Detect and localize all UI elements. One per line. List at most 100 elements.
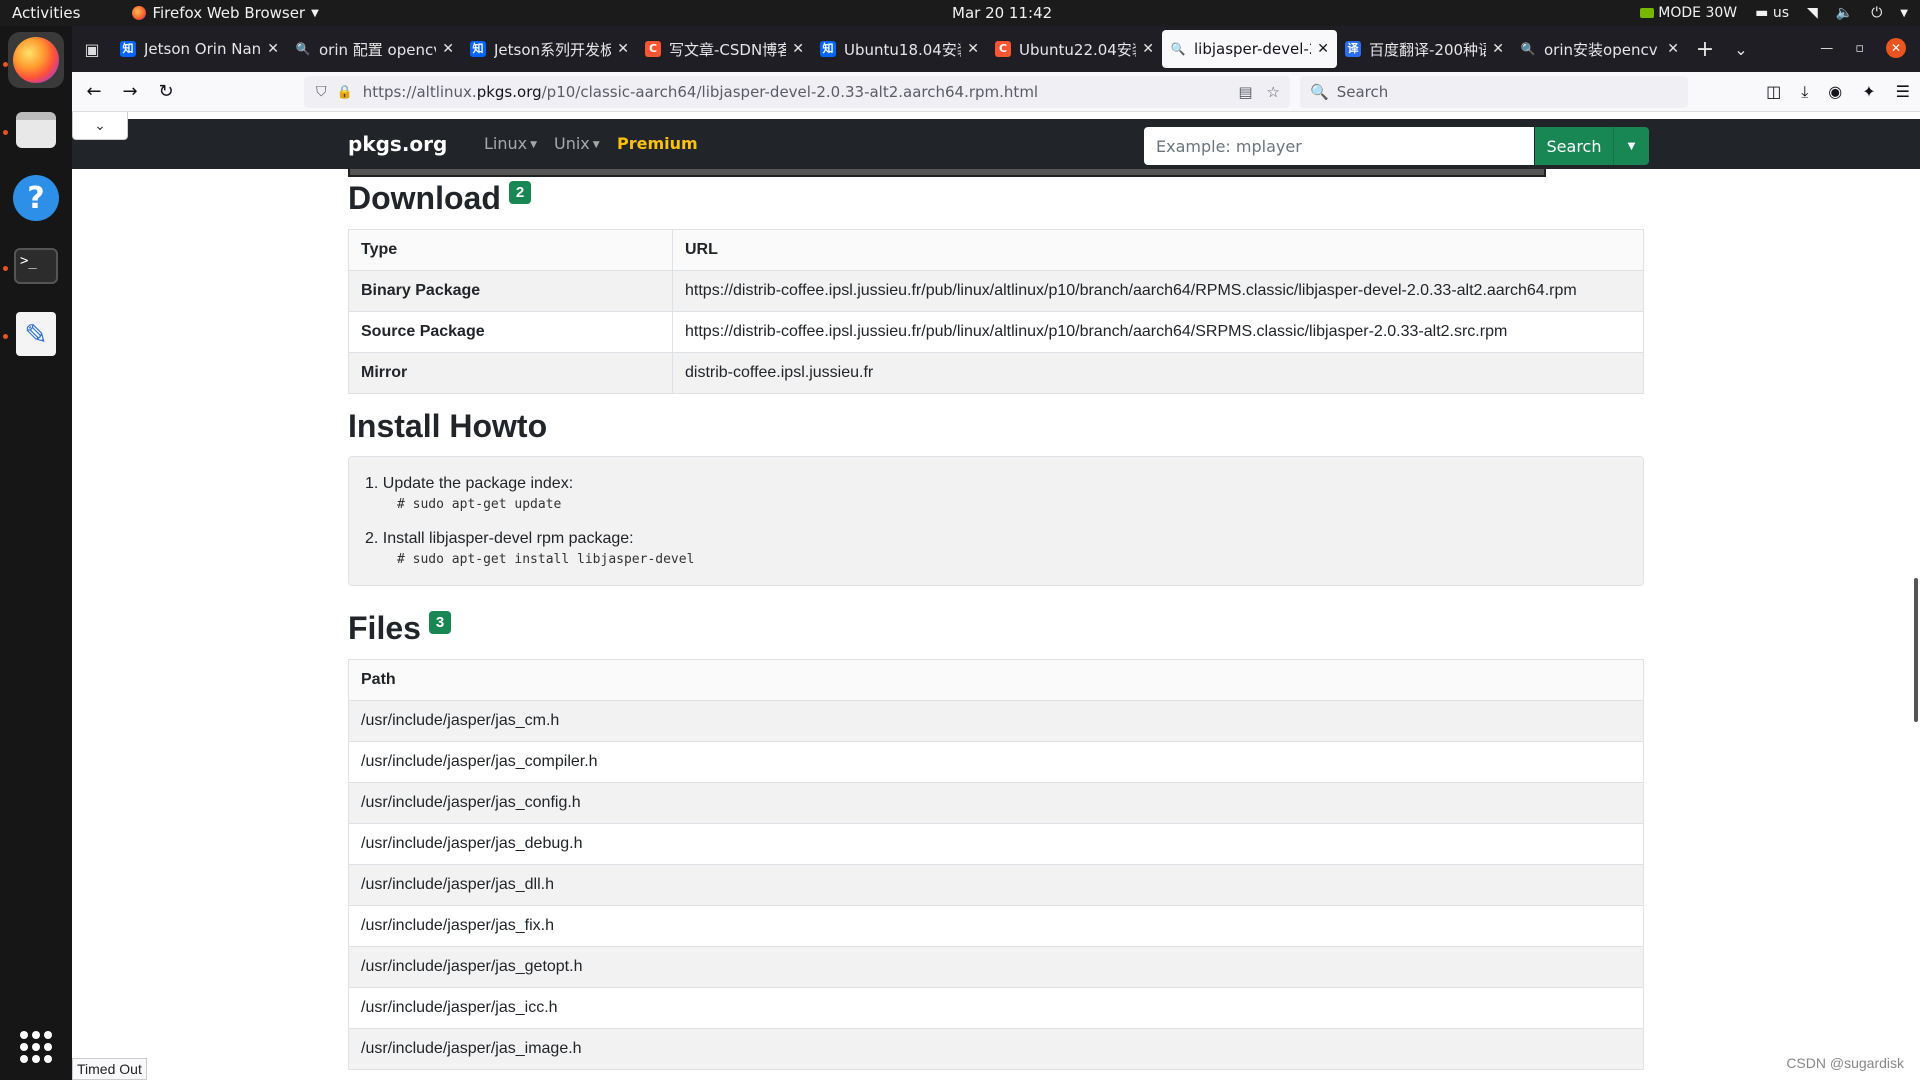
maximize-button[interactable]: ▫ xyxy=(1855,41,1864,56)
keyboard-indicator[interactable]: ▬ us xyxy=(1755,5,1789,21)
table-header-row: Path xyxy=(348,659,1644,701)
close-tab-icon[interactable]: ✕ xyxy=(967,41,979,57)
app-menu[interactable]: Firefox Web Browser ▼ xyxy=(132,4,319,22)
close-tab-icon[interactable]: ✕ xyxy=(442,41,454,57)
close-tab-icon[interactable]: ✕ xyxy=(1667,41,1679,57)
close-tab-icon[interactable]: ✕ xyxy=(617,41,629,57)
search-bar[interactable]: 🔍 Search xyxy=(1300,76,1688,108)
row-url-link[interactable]: https://distrib-coffee.ipsl.jussieu.fr/p… xyxy=(672,270,1644,312)
search-engine-icon[interactable]: 🔍 xyxy=(1310,83,1329,101)
browser-tab[interactable]: 知 Jetson系列开发板 ✕ xyxy=(462,30,637,68)
site-brand[interactable]: pkgs.org xyxy=(348,132,447,156)
install-command: # sudo apt-get install libjasper-devel xyxy=(397,552,695,567)
system-menu-caret-icon[interactable]: ▼ xyxy=(1900,8,1908,19)
reload-icon: ↻ xyxy=(158,81,174,102)
site-search-dropdown-toggle[interactable]: ▼ xyxy=(1613,127,1649,165)
tab-favicon-icon: 知 xyxy=(120,41,136,57)
caret-down-icon: ▼ xyxy=(1627,140,1636,152)
close-window-button[interactable]: ✕ xyxy=(1886,38,1906,58)
table-row: Binary Package https://distrib-coffee.ip… xyxy=(348,270,1644,312)
new-tab-button[interactable]: + xyxy=(1687,37,1723,62)
wifi-icon[interactable]: ◥ xyxy=(1807,5,1818,21)
site-search-placeholder: Example: mplayer xyxy=(1156,136,1302,156)
close-tab-icon[interactable]: ✕ xyxy=(1317,41,1329,57)
download-count-badge: 2 xyxy=(508,181,532,204)
browser-tab[interactable]: 译百度翻译-200种语 ✕ xyxy=(1337,30,1512,68)
keyboard-icon: ▬ xyxy=(1755,5,1769,21)
close-tab-icon[interactable]: ✕ xyxy=(792,41,804,57)
table-row: /usr/include/jasper/jas_config.h xyxy=(348,782,1644,824)
bookmark-star-icon[interactable]: ☆ xyxy=(1267,83,1280,101)
forward-button[interactable]: → xyxy=(112,76,148,108)
clock[interactable]: Mar 20 11:42 xyxy=(952,4,1052,22)
dock-help[interactable]: ? xyxy=(8,170,64,226)
tab-favicon-icon: C xyxy=(645,41,661,57)
browser-tab[interactable]: 知 Ubuntu18.04安装 ✕ xyxy=(812,30,987,68)
nav-linux-dropdown[interactable]: Linux ▼ xyxy=(484,134,537,153)
reload-button[interactable]: ↻ xyxy=(148,76,184,108)
dock-firefox[interactable] xyxy=(8,32,64,88)
site-search-input[interactable]: Example: mplayer xyxy=(1144,127,1534,165)
downloads-icon[interactable]: ⤓ xyxy=(1801,82,1808,102)
tab-favicon-icon: 译 xyxy=(1345,41,1361,57)
sidebar-collapse-button[interactable]: ⌄ xyxy=(72,112,128,140)
account-icon[interactable]: ◉ xyxy=(1828,82,1842,102)
close-tab-icon[interactable]: ✕ xyxy=(1142,41,1154,57)
tab-title: Ubuntu18.04安装 xyxy=(844,40,962,59)
row-url-link[interactable]: distrib-coffee.ipsl.jussieu.fr xyxy=(672,352,1644,394)
browser-tab[interactable]: C 写文章-CSDN博客 ✕ xyxy=(637,30,812,68)
window-controls: — ▫ ✕ xyxy=(1820,38,1906,58)
close-tab-icon[interactable]: ✕ xyxy=(1492,41,1504,57)
pocket-icon[interactable]: ◫ xyxy=(1766,82,1781,102)
dock-files[interactable] xyxy=(8,102,64,158)
reader-view-icon[interactable]: ▤ xyxy=(1238,83,1252,101)
tab-title: 百度翻译-200种语 xyxy=(1369,40,1487,59)
file-path: /usr/include/jasper/jas_image.h xyxy=(348,1028,1644,1070)
browser-tab[interactable]: 🔍 orin 配置 opencv ✕ xyxy=(287,30,462,68)
menu-icon[interactable]: ☰ xyxy=(1896,82,1910,102)
extensions-icon[interactable]: ✦ xyxy=(1862,82,1875,102)
back-button[interactable]: ← xyxy=(76,76,112,108)
navigation-toolbar: ← → ↻ ⛉ 🔒 https://altlinux.pkgs.org/p10/… xyxy=(72,72,1920,112)
close-tab-icon[interactable]: ✕ xyxy=(267,41,279,57)
power-icon[interactable]: ⏻ xyxy=(1871,5,1882,21)
tab-title: orin 配置 opencv xyxy=(319,40,437,59)
column-header: URL xyxy=(672,229,1644,271)
row-url-link[interactable]: https://distrib-coffee.ipsl.jussieu.fr/p… xyxy=(672,311,1644,353)
url-bar[interactable]: ⛉ 🔒 https://altlinux.pkgs.org/p10/classi… xyxy=(304,76,1290,108)
files-icon xyxy=(16,112,56,148)
firefox-view-icon: ▣ xyxy=(84,39,100,59)
site-search-button[interactable]: Search xyxy=(1535,127,1613,165)
page-scrollbar[interactable] xyxy=(1914,578,1918,722)
arrow-left-icon: ← xyxy=(86,81,102,102)
tracking-protection-icon[interactable]: ⛉ xyxy=(316,84,327,100)
tab-title: Ubuntu22.04安装 xyxy=(1019,40,1137,59)
caret-down-icon: ▼ xyxy=(592,139,600,150)
firefox-view-button[interactable]: ▣ xyxy=(72,26,112,72)
dock: ? >_ ✎ xyxy=(0,26,72,1080)
volume-icon[interactable]: 🔈 xyxy=(1836,5,1853,21)
lock-icon[interactable]: 🔒 xyxy=(337,85,353,100)
download-heading: Download 2 xyxy=(348,180,1644,217)
url-text[interactable]: https://altlinux.pkgs.org/p10/classic-aa… xyxy=(363,83,1038,101)
show-apps-icon[interactable] xyxy=(20,1031,52,1063)
power-mode-indicator[interactable]: MODE 30W xyxy=(1640,5,1737,21)
list-all-tabs-button[interactable]: ⌄ xyxy=(1723,40,1759,59)
minimize-button[interactable]: — xyxy=(1820,41,1833,56)
tab-favicon-icon: 知 xyxy=(470,41,486,57)
tab-favicon-icon: C xyxy=(995,41,1011,57)
browser-tab[interactable]: 🔍 libjasper-devel-2.0 ✕ xyxy=(1162,30,1337,68)
nav-premium-link[interactable]: Premium xyxy=(617,134,698,153)
file-path: /usr/include/jasper/jas_getopt.h xyxy=(348,946,1644,988)
download-table-wrap: Type URL Binary Package https://distrib-… xyxy=(348,229,1644,394)
activities-button[interactable]: Activities xyxy=(12,4,80,22)
screenshot-image-edge xyxy=(348,169,1546,177)
browser-tab[interactable]: 知 Jetson Orin Nano ✕ xyxy=(112,30,287,68)
dock-terminal[interactable]: >_ xyxy=(8,238,64,294)
tab-title: 写文章-CSDN博客 xyxy=(669,40,787,59)
nav-unix-dropdown[interactable]: Unix ▼ xyxy=(554,134,600,153)
dock-text-editor[interactable]: ✎ xyxy=(8,306,64,362)
download-section: Download 2 xyxy=(348,180,1644,217)
browser-tab[interactable]: C Ubuntu22.04安装 ✕ xyxy=(987,30,1162,68)
browser-tab[interactable]: 🔍 orin安装opencv ✕ xyxy=(1512,30,1687,68)
